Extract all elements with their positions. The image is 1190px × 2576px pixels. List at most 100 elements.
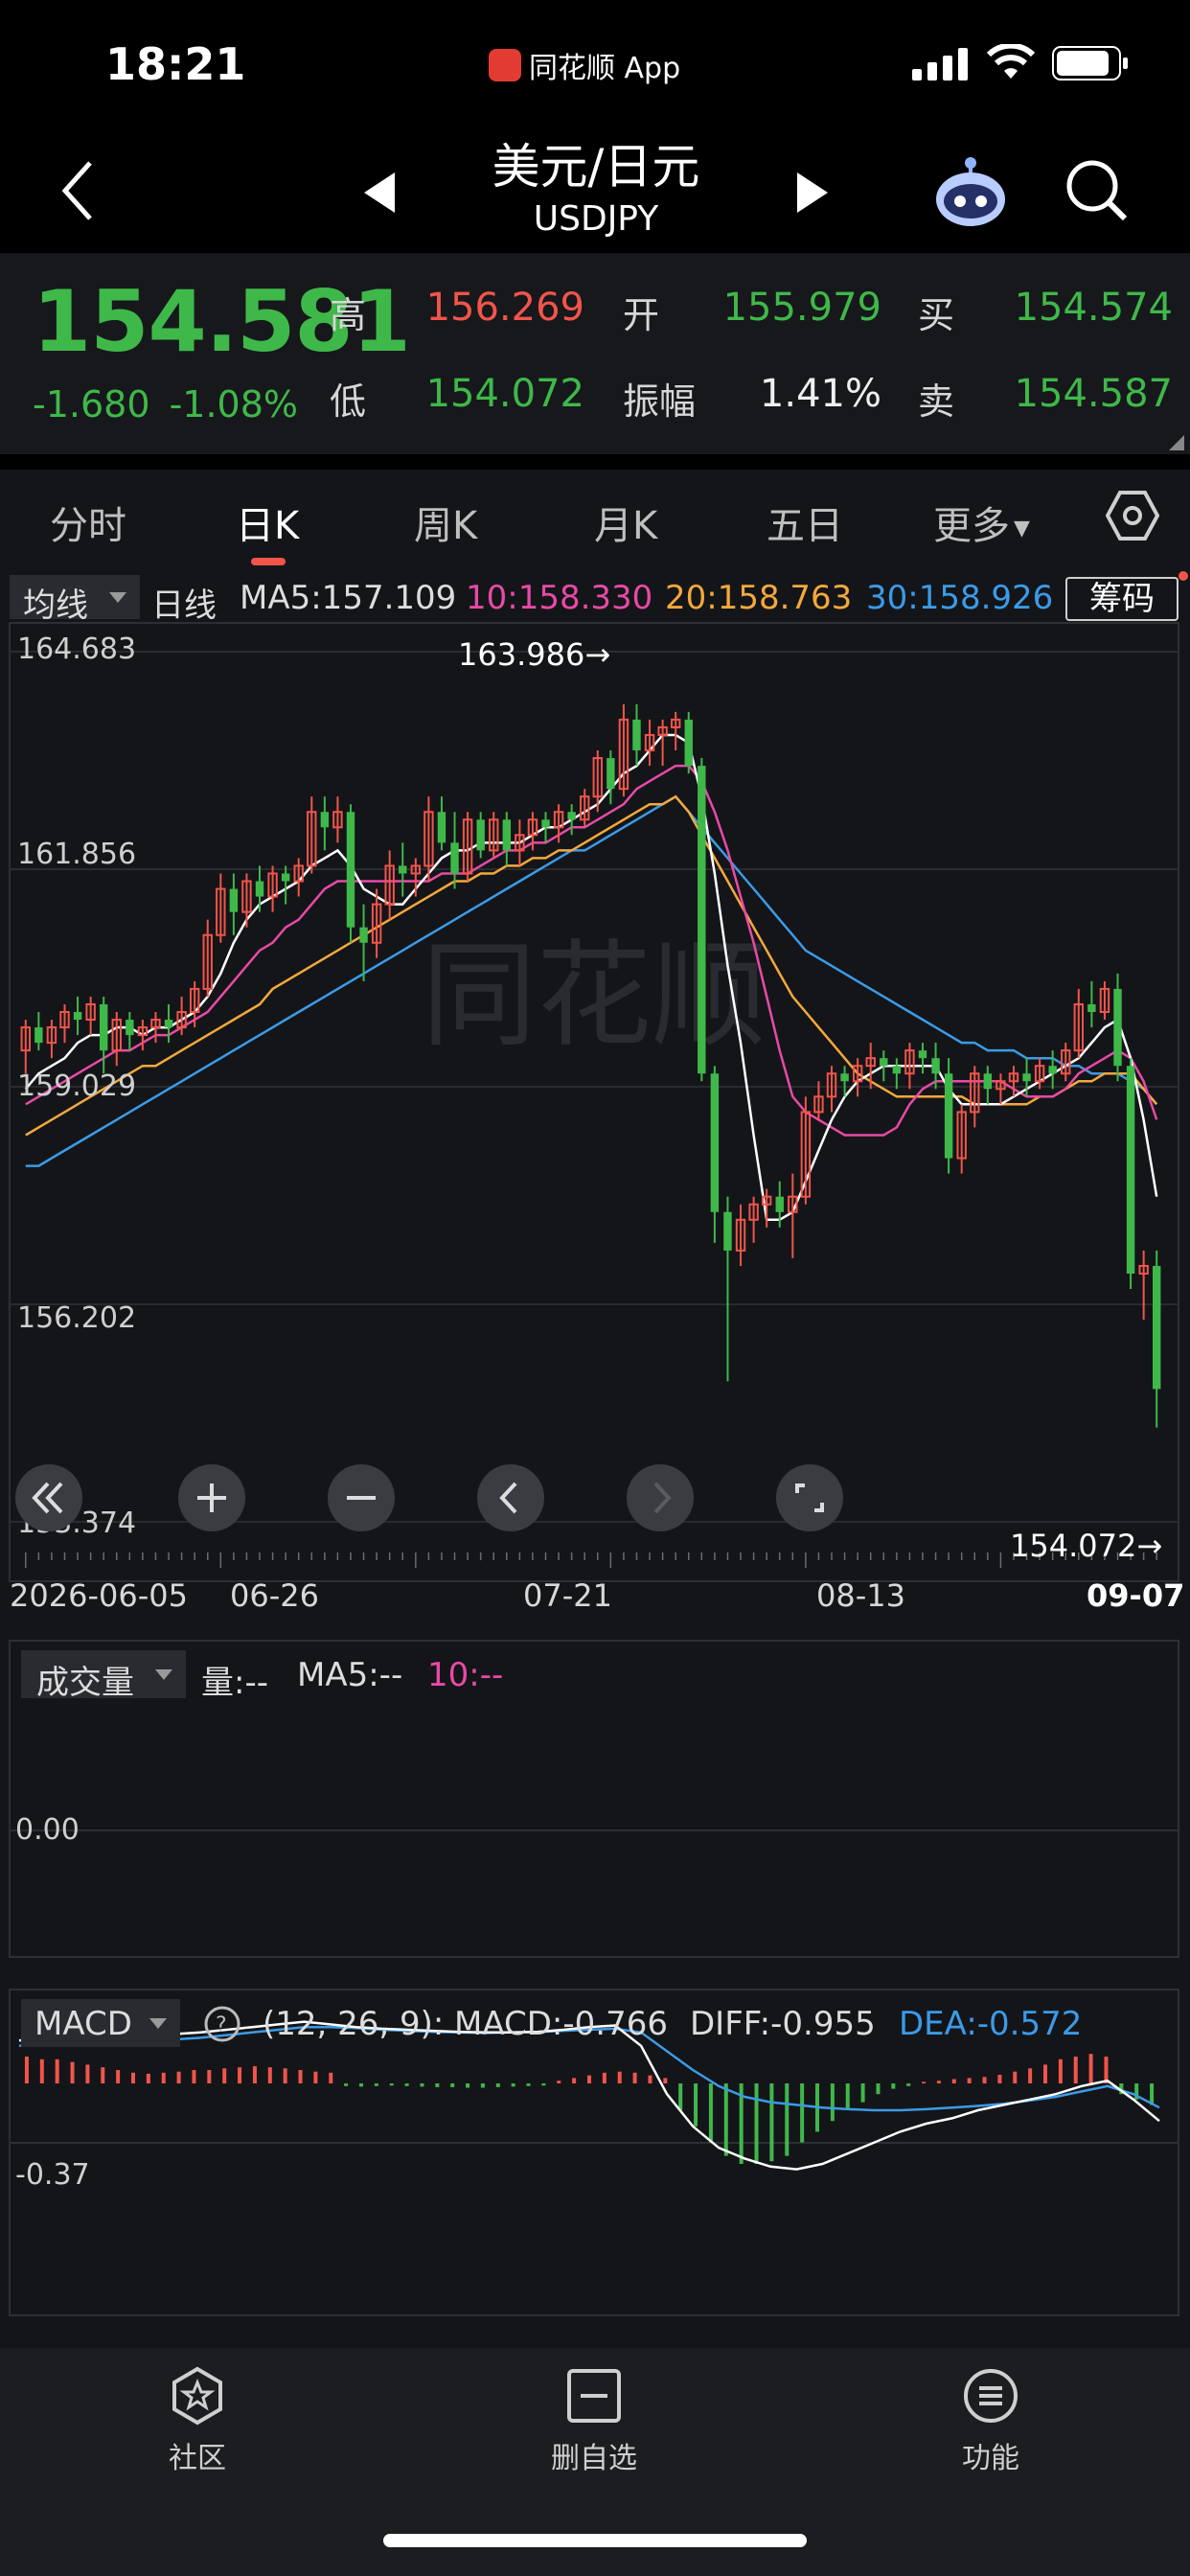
macd-params: (12, 26, 9):	[263, 2005, 445, 2043]
amplitude-value: 1.41%	[759, 372, 881, 416]
battery-icon	[1052, 46, 1128, 80]
notification-dot	[1179, 571, 1188, 581]
candle-body	[1113, 988, 1122, 1067]
caret-down-icon	[155, 1669, 172, 1680]
scroll-right-button[interactable]	[627, 1464, 694, 1531]
sell-value: 154.587	[1014, 372, 1173, 416]
settings-hexagon-icon[interactable]	[1106, 489, 1159, 542]
scroll-left-button[interactable]	[477, 1464, 544, 1531]
candle-body	[931, 1058, 940, 1074]
candle-body	[775, 1196, 784, 1212]
candle-body	[840, 1073, 849, 1082]
candle-body	[399, 865, 407, 874]
active-tab-indicator	[251, 558, 286, 565]
tab-weekly-k[interactable]: 周K	[414, 494, 477, 550]
chevron-left-icon	[499, 1482, 517, 1514]
candle-body	[1022, 1073, 1031, 1082]
chart-canvas[interactable]: 同花顺	[0, 565, 1190, 2348]
next-symbol-icon[interactable]	[791, 169, 834, 217]
robot-assistant-icon[interactable]	[929, 151, 1012, 234]
chip-distribution-button[interactable]: 筹码	[1065, 577, 1179, 621]
scroll-to-start-button[interactable]	[15, 1464, 82, 1531]
menu-lines-icon	[964, 2369, 1018, 2423]
quote-panel: 154.581 -1.680 -1.08% 高 156.269 开 155.97…	[0, 253, 1190, 454]
candle-body	[359, 927, 368, 943]
candle-body	[541, 819, 550, 828]
expand-corner-icon[interactable]	[1169, 435, 1184, 450]
help-icon[interactable]: ?	[203, 2005, 241, 2043]
date-tick-label: 07-21	[523, 1577, 612, 1614]
candle-body	[606, 758, 615, 790]
volume-ma5: MA5:--	[297, 1656, 403, 1694]
y-tick-label: 159.029	[17, 1070, 137, 1103]
app-logo-icon	[489, 49, 521, 81]
search-icon[interactable]	[1064, 157, 1131, 224]
caret-down-icon	[149, 2018, 167, 2029]
candle-body	[698, 766, 706, 1074]
wifi-icon	[987, 44, 1035, 79]
community-button[interactable]: 社区	[102, 2365, 293, 2476]
candle-body	[126, 1020, 134, 1036]
tab-more[interactable]: 更多 ▼	[933, 494, 1030, 550]
sell-label: 卖	[918, 380, 955, 423]
candle-body	[346, 812, 355, 928]
change-percent: -1.08%	[169, 383, 299, 426]
min-price-marker: 154.072→	[1010, 1528, 1163, 1564]
double-chevron-left-icon	[32, 1482, 63, 1514]
back-chevron-icon[interactable]	[54, 157, 102, 224]
fullscreen-button[interactable]	[776, 1464, 843, 1531]
macd-value: MACD:-0.766	[454, 2005, 668, 2043]
nav-bar: 美元/日元 USDJPY	[0, 128, 1190, 253]
volume-value: 量:--	[201, 1664, 268, 1702]
diff-value: DIFF:-0.955	[690, 2005, 876, 2043]
ma-legend: 均线 日线 MA5:157.109 10:158.330 20:158.763 …	[0, 575, 1190, 625]
chart-area: 同花顺	[0, 565, 1190, 2348]
date-tick-label: 08-13	[816, 1577, 905, 1614]
watermark-logo: 同花顺	[422, 930, 767, 1063]
candle-body	[281, 873, 290, 882]
symbol-name: 美元/日元	[492, 139, 700, 195]
y-tick-label: 161.856	[17, 838, 137, 871]
macd-indicator-selector[interactable]: MACD	[21, 1999, 180, 2047]
candle-body	[723, 1211, 732, 1251]
functions-label: 功能	[962, 2442, 1019, 2475]
indicator-selector[interactable]: 均线	[10, 575, 140, 625]
y-tick-label: 156.202	[17, 1301, 137, 1335]
remove-watchlist-label: 删自选	[551, 2442, 637, 2475]
buy-value: 154.574	[1014, 286, 1173, 330]
candle-body	[567, 812, 576, 820]
status-bar: 18:21 同花顺 App	[0, 0, 1190, 128]
prev-symbol-icon[interactable]	[358, 169, 400, 217]
open-value: 155.979	[722, 286, 881, 330]
ma30-value: 30:158.926	[866, 579, 1054, 617]
volume-indicator-selector[interactable]: 成交量	[21, 1650, 186, 1702]
candle-body	[1153, 1265, 1161, 1390]
change-value: -1.680	[33, 383, 150, 426]
functions-button[interactable]: 功能	[895, 2365, 1087, 2476]
caret-down-icon	[109, 592, 126, 603]
tab-intraday[interactable]: 分时	[50, 494, 126, 550]
macd-header: MACD ? (12, 26, 9): MACD:-0.766 DIFF:-0.…	[0, 1999, 1190, 2047]
section-divider	[0, 454, 1190, 470]
symbol-code: USDJPY	[533, 199, 659, 239]
candle-body	[320, 812, 330, 828]
signal-icon	[912, 48, 968, 80]
candle-body	[892, 1066, 902, 1074]
low-label: 低	[330, 380, 367, 423]
candle-body	[1048, 1066, 1057, 1074]
dea-value: DEA:-0.572	[899, 2005, 1083, 2043]
plus-icon	[197, 1484, 226, 1512]
candle-body	[918, 1050, 927, 1059]
remove-watchlist-button[interactable]: 删自选	[498, 2365, 690, 2476]
volume-header: 成交量 量:-- MA5:-- 10:--	[0, 1650, 1190, 1702]
status-app-indicator[interactable]: 同花顺 App	[489, 44, 680, 86]
candle-body	[502, 819, 512, 851]
candle-body	[944, 1073, 953, 1159]
tab-monthly-k[interactable]: 月K	[594, 494, 657, 550]
zoom-in-button[interactable]	[178, 1464, 245, 1531]
candle-body	[164, 1020, 173, 1028]
tab-daily-k[interactable]: 日K	[236, 494, 299, 550]
zoom-out-button[interactable]	[328, 1464, 395, 1531]
macd-selector-label: MACD	[34, 2005, 132, 2043]
tab-five-day[interactable]: 五日	[767, 494, 843, 550]
